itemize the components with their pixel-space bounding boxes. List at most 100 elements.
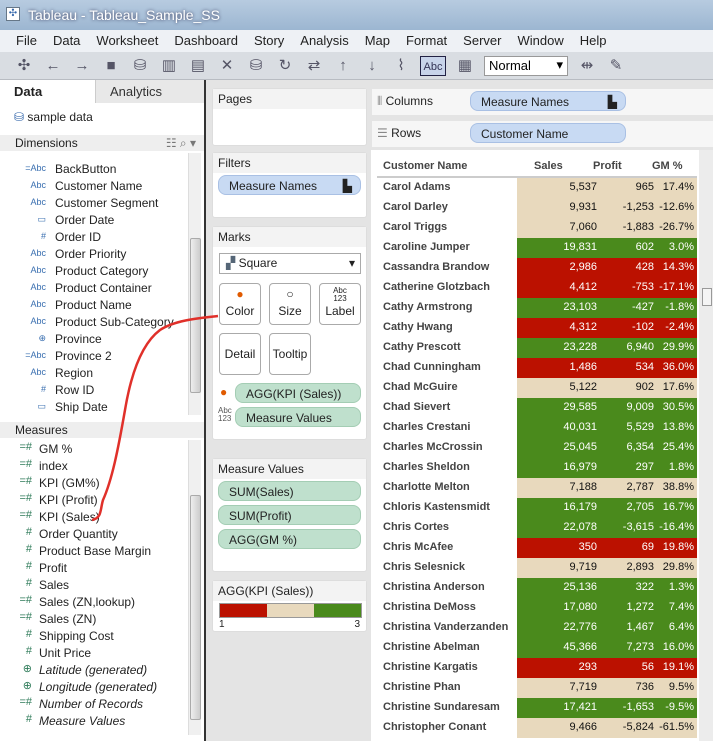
new-datasource-icon[interactable]: ⛁	[130, 56, 150, 76]
table-row[interactable]: Christina DeMoss 17,080 1,272 7.4%	[377, 598, 697, 618]
menu-worksheet[interactable]: Worksheet	[96, 33, 158, 52]
table-row[interactable]: Cathy Hwang 4,312 -102 -2.4%	[377, 318, 697, 338]
menu-help[interactable]: Help	[580, 33, 607, 52]
table-row[interactable]: Chad Cunningham 1,486 534 36.0%	[377, 358, 697, 378]
table-row[interactable]: Charles Sheldon 16,979 297 1.8%	[377, 458, 697, 478]
table-row[interactable]: Cathy Armstrong 23,103 -427 -1.8%	[377, 298, 697, 318]
menu-analysis[interactable]: Analysis	[300, 33, 348, 52]
label-button[interactable]: Abc 123 Label	[319, 283, 361, 325]
fix-axes-icon[interactable]: ⇹	[577, 56, 597, 76]
table-row[interactable]: Caroline Jumper 19,831 602 3.0%	[377, 238, 697, 258]
menu-format[interactable]: Format	[406, 33, 447, 52]
table-row[interactable]: Charlotte Melton 7,188 2,787 38.8%	[377, 478, 697, 498]
detail-button[interactable]: Detail	[219, 333, 261, 375]
profit-value: 5,529	[626, 421, 654, 433]
table-row[interactable]: Christina Anderson 25,136 322 1.3%	[377, 578, 697, 598]
fit-select[interactable]: Normal	[484, 55, 568, 76]
profit-value: -1,653	[622, 701, 654, 713]
rows-shelf[interactable]: ☰ Rows Customer Name	[372, 121, 713, 147]
datasource[interactable]: ⛁ sample data	[14, 110, 93, 124]
kpi-cell: 4,412 -753 -17.1%	[517, 278, 697, 298]
highlight-icon[interactable]: ✎	[606, 56, 626, 76]
table-row[interactable]: Charles McCrossin 25,045 6,354 25.4%	[377, 438, 697, 458]
sort-descending-icon[interactable]: ↓	[362, 56, 382, 76]
menu-dashboard[interactable]: Dashboard	[174, 33, 238, 52]
table-row[interactable]: Christine Phan 7,719 736 9.5%	[377, 678, 697, 698]
tab-analytics[interactable]: Analytics	[96, 80, 204, 103]
kpi-cell: 5,537 965 17.4%	[517, 178, 697, 198]
sales-value: 40,031	[563, 421, 597, 433]
tableau-home-icon[interactable]: ✣	[14, 56, 34, 76]
table-row[interactable]: Chad McGuire 5,122 902 17.6%	[377, 378, 697, 398]
attach-icon[interactable]: ⌇	[391, 56, 411, 76]
redo-icon[interactable]: →	[72, 56, 92, 76]
kpi-cell: 16,179 2,705 16.7%	[517, 498, 697, 518]
menu-window[interactable]: Window	[517, 33, 563, 52]
menu-map[interactable]: Map	[365, 33, 390, 52]
duplicate-sheet-icon[interactable]: ▤	[188, 56, 208, 76]
menu-data[interactable]: Data	[53, 33, 80, 52]
mv-pill-gm[interactable]: AGG(GM %)	[218, 529, 361, 549]
field-type-icon: #	[40, 384, 46, 394]
header-gm[interactable]: GM %	[652, 160, 683, 172]
pages-card[interactable]: Pages	[212, 88, 367, 146]
table-row[interactable]: Christina Vanderzanden 22,776 1,467 6.4%	[377, 618, 697, 638]
gm-value: 13.8%	[662, 421, 694, 433]
menu-bar: File Data Worksheet Dashboard Story Analysis M…	[0, 30, 713, 52]
size-button[interactable]: ○ Size	[269, 283, 311, 325]
header-customer-name[interactable]: Customer Name	[383, 160, 467, 172]
table-row[interactable]: Carol Triggs 7,060 -1,883 -26.7%	[377, 218, 697, 238]
table-row[interactable]: Chad Sievert 29,585 9,009 30.5%	[377, 398, 697, 418]
filters-card[interactable]: Filters Measure Names ▙	[212, 152, 367, 218]
title-bar: Tableau - Tableau_Sample_SS	[0, 0, 713, 30]
save-icon[interactable]: ■	[101, 56, 121, 76]
mv-pill-profit[interactable]: SUM(Profit)	[218, 505, 361, 525]
show-me-icon[interactable]: ▦	[455, 56, 475, 76]
table-row[interactable]: Chris Selesnick 9,719 2,893 29.8%	[377, 558, 697, 578]
label-pill[interactable]: Measure Values	[235, 407, 361, 427]
menu-server[interactable]: Server	[463, 33, 501, 52]
refresh-icon[interactable]: ↻	[275, 56, 295, 76]
measures-scrollbar[interactable]	[188, 440, 201, 735]
tab-data[interactable]: Data	[0, 80, 96, 103]
table-row[interactable]: Christine Abelman 45,366 7,273 16.0%	[377, 638, 697, 658]
new-worksheet-icon[interactable]: ▥	[159, 56, 179, 76]
table-row[interactable]: Chloris Kastensmidt 16,179 2,705 16.7%	[377, 498, 697, 518]
table-row[interactable]: Christine Kargatis 293 56 19.1%	[377, 658, 697, 678]
columns-shelf[interactable]: ⦀ Columns Measure Names ▙	[372, 89, 713, 115]
rows-pill[interactable]: Customer Name	[470, 123, 626, 143]
menu-file[interactable]: File	[16, 33, 37, 52]
table-row[interactable]: Charles Crestani 40,031 5,529 13.8%	[377, 418, 697, 438]
table-row[interactable]: Catherine Glotzbach 4,412 -753 -17.1%	[377, 278, 697, 298]
table-row[interactable]: Carol Adams 5,537 965 17.4%	[377, 178, 697, 198]
color-button[interactable]: ● Color	[219, 283, 261, 325]
measures-list: =# GM % =# index =# KPI (GM%) =# KPI (Profit) =#…	[0, 440, 190, 740]
table-row[interactable]: Chris McAfee 350 69 19.8%	[377, 538, 697, 558]
table-row[interactable]: Chris Cortes 22,078 -3,615 -16.4%	[377, 518, 697, 538]
header-sales[interactable]: Sales	[534, 160, 563, 172]
table-row[interactable]: Cassandra Brandow 2,986 428 14.3%	[377, 258, 697, 278]
search-icon[interactable]: ☷ ⌕ ▾	[166, 136, 196, 151]
clear-sheet-icon[interactable]: ✕	[217, 56, 237, 76]
dimensions-scrollbar[interactable]	[188, 153, 201, 415]
mv-pill-sales[interactable]: SUM(Sales)	[218, 481, 361, 501]
legend-title: AGG(KPI (Sales))	[213, 581, 366, 601]
swap-icon[interactable]: ⇄	[304, 56, 324, 76]
tooltip-button[interactable]: Tooltip	[269, 333, 311, 375]
table-row[interactable]: Carol Darley 9,931 -1,253 -12.6%	[377, 198, 697, 218]
table-row[interactable]: Cathy Prescott 23,228 6,940 29.9%	[377, 338, 697, 358]
mark-type-select[interactable]: ▞ Square ▾	[219, 253, 361, 274]
menu-story[interactable]: Story	[254, 33, 284, 52]
show-labels-button[interactable]: Abc	[420, 55, 446, 76]
header-profit[interactable]: Profit	[593, 160, 622, 172]
table-row[interactable]: Christopher Conant 9,466 -5,824 -61.5%	[377, 718, 697, 738]
color-pill[interactable]: AGG(KPI (Sales))	[235, 383, 361, 403]
undo-icon[interactable]: ←	[43, 56, 63, 76]
table-row[interactable]: Christine Sundaresam 17,421 -1,653 -9.5%	[377, 698, 697, 718]
view-scrollbar[interactable]	[699, 150, 713, 741]
sort-ascending-icon[interactable]: ↑	[333, 56, 353, 76]
legend-ramp[interactable]	[219, 603, 362, 618]
filter-pill-measure-names[interactable]: Measure Names ▙	[218, 175, 361, 195]
pause-updates-icon[interactable]: ⛁	[246, 56, 266, 76]
columns-pill[interactable]: Measure Names ▙	[470, 91, 626, 111]
